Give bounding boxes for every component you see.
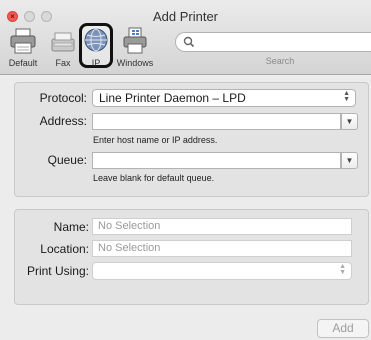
toolbar: × Add Printer Default Fax IP Windows Sea… bbox=[0, 0, 371, 75]
queue-label: Queue: bbox=[47, 153, 87, 167]
name-field[interactable]: No Selection bbox=[92, 218, 352, 235]
location-value: No Selection bbox=[98, 242, 161, 254]
print-using-popup[interactable]: ▲ ▼ bbox=[92, 262, 352, 280]
queue-hint: Leave blank for default queue. bbox=[93, 173, 215, 183]
search-label: Search bbox=[265, 56, 295, 66]
print-using-label: Print Using: bbox=[26, 264, 89, 278]
queue-history-button[interactable]: ▼ bbox=[341, 152, 358, 169]
toolbar-item-windows[interactable]: Windows bbox=[115, 27, 155, 69]
chevron-down-icon: ▼ bbox=[345, 156, 354, 165]
windows-printer-icon bbox=[123, 27, 147, 54]
name-value: No Selection bbox=[98, 220, 161, 232]
fax-icon bbox=[51, 32, 75, 52]
address-field[interactable]: ▼ bbox=[92, 113, 358, 130]
up-down-arrows-icon: ▲ ▼ bbox=[339, 263, 346, 276]
queue-field[interactable]: ▼ bbox=[92, 152, 358, 169]
printer-default-icon bbox=[10, 28, 36, 54]
add-printer-window: × Add Printer Default Fax IP Windows Sea… bbox=[0, 0, 371, 340]
protocol-popup[interactable]: Line Printer Daemon – LPD ▲ ▼ bbox=[92, 89, 356, 107]
location-field[interactable]: No Selection bbox=[92, 240, 352, 257]
magnifier-icon bbox=[183, 36, 195, 48]
chevron-down-icon: ▼ bbox=[345, 117, 354, 126]
protocol-value: Line Printer Daemon – LPD bbox=[99, 91, 246, 105]
location-label: Location: bbox=[40, 242, 89, 256]
protocol-label: Protocol: bbox=[39, 91, 87, 105]
window-title: Add Printer bbox=[152, 9, 219, 24]
address-history-button[interactable]: ▼ bbox=[341, 113, 358, 130]
address-label: Address: bbox=[39, 114, 87, 128]
search-field[interactable] bbox=[175, 32, 371, 52]
up-down-arrows-icon: ▲ ▼ bbox=[343, 90, 350, 103]
toolbar-label-windows: Windows bbox=[116, 58, 154, 68]
address-hint: Enter host name or IP address. bbox=[93, 135, 218, 145]
name-label: Name: bbox=[53, 220, 89, 234]
globe-icon bbox=[84, 28, 108, 52]
add-button[interactable]: Add bbox=[317, 319, 369, 338]
